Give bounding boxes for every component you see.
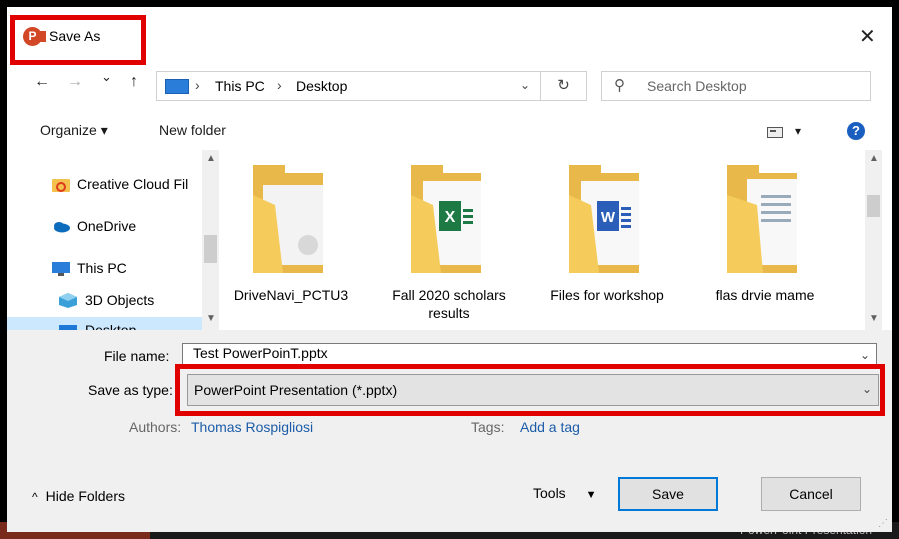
creative-cloud-icon [52, 179, 70, 192]
sidebar-item-this-pc[interactable]: This PC [7, 255, 202, 283]
organize-button[interactable]: Organize ▾ [40, 122, 108, 139]
hide-folders-button[interactable]: ^ Hide Folders [32, 488, 125, 504]
save-as-dialog: P Save As ✕ ← → ⌄ ↑ › This PC › Desktop … [7, 7, 892, 532]
command-toolbar: Organize ▾ New folder ▾ ? [7, 115, 892, 149]
change-view-icon[interactable] [767, 127, 783, 138]
sidebar-item-label: OneDrive [77, 218, 137, 234]
sidebar-item-label: This PC [77, 260, 127, 276]
navigation-bar: ← → ⌄ ↑ › This PC › Desktop ⌄ ↻ ⚲ Search… [7, 63, 892, 105]
file-name-dropdown-icon[interactable]: ⌄ [860, 348, 870, 362]
file-item-fall-2020[interactable]: X Fall 2020 scholars results [379, 150, 519, 330]
up-arrow-icon[interactable]: ↑ [130, 73, 138, 91]
scrollbar-thumb[interactable] [867, 195, 880, 217]
tools-label: Tools [533, 485, 566, 501]
desktop-icon [59, 325, 77, 330]
scroll-up-icon[interactable]: ▲ [869, 153, 879, 164]
this-pc-icon [52, 262, 70, 276]
tags-label: Tags: [471, 419, 505, 435]
navigation-pane-scrollbar[interactable]: ▲ ▼ [202, 150, 219, 330]
save-as-type-label: Save as type: [88, 382, 173, 398]
onedrive-icon [54, 222, 70, 233]
breadcrumb-separator: › [195, 77, 200, 93]
folder-word-icon: W [569, 165, 639, 273]
file-item-flas-drvie-mame[interactable]: flas drvie mame [695, 150, 835, 330]
file-name-value: Test PowerPoinT.pptx [193, 345, 328, 361]
cancel-button[interactable]: Cancel [761, 477, 861, 511]
authors-label: Authors: [129, 419, 182, 435]
search-icon: ⚲ [614, 77, 625, 94]
breadcrumb-this-pc[interactable]: This PC [215, 78, 265, 94]
recent-locations-chevron-icon[interactable]: ⌄ [101, 69, 112, 85]
scroll-down-icon[interactable]: ▼ [869, 313, 879, 324]
refresh-button[interactable]: ↻ [541, 71, 587, 101]
sidebar-item-desktop[interactable]: Desktop [7, 317, 202, 330]
folder-documents-icon [727, 165, 797, 273]
file-name: Fall 2020 scholars results [392, 287, 506, 321]
save-type-highlight-box [175, 364, 885, 416]
resize-grip-icon[interactable]: ⋰ [878, 518, 888, 529]
close-icon[interactable]: ✕ [859, 24, 876, 49]
svg-text:X: X [445, 209, 456, 226]
sidebar-item-label: Desktop [85, 322, 137, 330]
tags-value[interactable]: Add a tag [520, 419, 580, 435]
address-dropdown-icon[interactable]: ⌄ [520, 78, 530, 92]
file-list-scrollbar[interactable]: ▲ ▼ [865, 150, 882, 330]
file-name-label: File name: [104, 348, 170, 364]
this-pc-icon [165, 79, 189, 94]
back-arrow-icon[interactable]: ← [34, 73, 50, 91]
hide-folders-label: Hide Folders [45, 488, 126, 504]
folder-icon [253, 165, 323, 273]
chevron-up-icon: ^ [32, 490, 38, 504]
scroll-down-icon[interactable]: ▼ [206, 313, 216, 324]
authors-value[interactable]: Thomas Rospigliosi [191, 419, 313, 435]
file-list: DriveNavi_PCTU3 X Fall 2020 scholars res… [221, 150, 861, 330]
new-folder-button[interactable]: New folder [159, 122, 226, 138]
save-button[interactable]: Save [618, 477, 718, 511]
tools-button[interactable]: Tools ▼ [533, 485, 596, 501]
breadcrumb-desktop[interactable]: Desktop [296, 78, 347, 94]
scroll-up-icon[interactable]: ▲ [206, 153, 216, 164]
sidebar-item-label: 3D Objects [85, 292, 155, 308]
file-name: Files for workshop [550, 287, 664, 303]
search-box[interactable]: ⚲ Search Desktop [601, 71, 871, 101]
file-name: flas drvie mame [715, 287, 815, 303]
sidebar-item-label: Creative Cloud Fil [77, 176, 189, 192]
help-icon[interactable]: ? [847, 122, 865, 140]
file-name: DriveNavi_PCTU3 [233, 287, 349, 303]
view-options-chevron-icon[interactable]: ▾ [795, 124, 801, 138]
title-highlight-box [10, 15, 146, 65]
sidebar-item-creative-cloud[interactable]: Creative Cloud Fil [7, 171, 202, 199]
file-item-files-for-workshop[interactable]: W Files for workshop [537, 150, 677, 330]
title-bar: P Save As ✕ [7, 7, 892, 65]
breadcrumb-separator: › [277, 77, 282, 93]
address-bar[interactable]: › This PC › Desktop ⌄ [156, 71, 541, 101]
file-item-drivenavi[interactable]: DriveNavi_PCTU3 [221, 150, 361, 330]
forward-arrow-icon[interactable]: → [67, 73, 83, 91]
navigation-pane: Creative Cloud Fil OneDrive This PC 3D O… [7, 150, 219, 330]
svg-text:W: W [601, 209, 616, 226]
tools-chevron-icon: ▼ [585, 489, 597, 501]
search-placeholder: Search Desktop [647, 78, 747, 94]
folder-excel-icon: X [411, 165, 481, 273]
sidebar-item-3d-objects[interactable]: 3D Objects [7, 287, 202, 315]
3d-objects-icon [59, 293, 77, 308]
scrollbar-thumb[interactable] [204, 235, 217, 263]
sidebar-item-onedrive[interactable]: OneDrive [7, 213, 202, 241]
